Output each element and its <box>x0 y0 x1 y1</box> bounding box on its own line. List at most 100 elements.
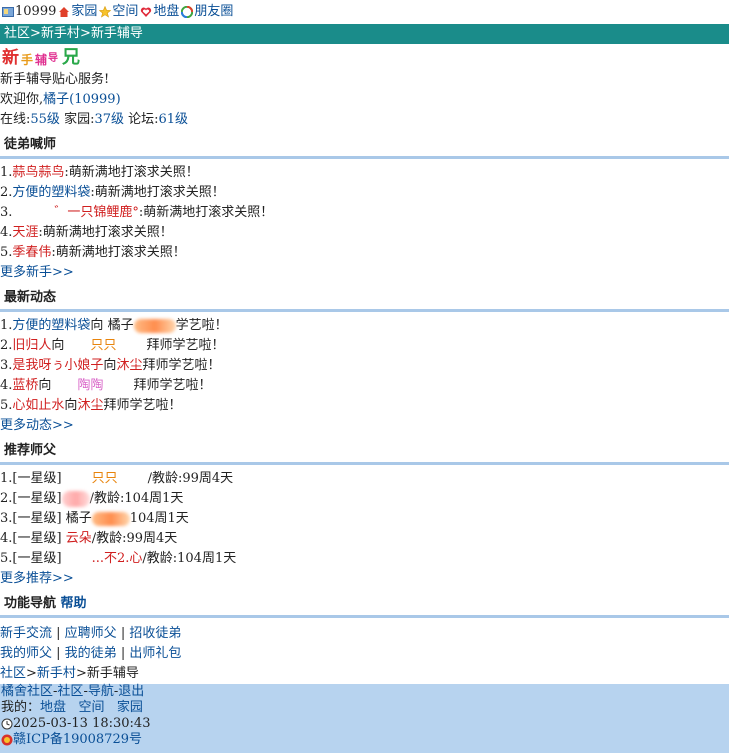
more-updates-link[interactable]: 更多动态>> <box>0 418 74 433</box>
decorative-name-badge <box>61 490 90 507</box>
list-item: 3. ゛一只锦鲤鹿°:萌新满地打滚求关照！ <box>0 205 274 220</box>
bottom-breadcrumb: 社区>新手村>新手辅导 <box>0 666 139 681</box>
list-item: 5.心如止水向沐尘拜师学艺啦！ <box>0 398 182 413</box>
list-item: 3.是我呀ぅ小娘子向沐尘拜师学艺啦！ <box>0 358 221 373</box>
apprentice-name[interactable]: 是我呀ぅ小娘子 <box>12 358 103 373</box>
newbie-guide-logo-image: 新 手 辅 导 兄 <box>2 47 80 68</box>
apprentice-name[interactable]: 方便的塑料袋 <box>12 185 90 200</box>
svg-text:新: 新 <box>2 47 19 68</box>
levels-line: 在线:55级 家园:37级 论坛:61级 <box>0 112 189 127</box>
master-name[interactable]: 云朵 <box>66 531 92 546</box>
friends-link[interactable]: 朋友圈 <box>194 2 233 22</box>
footer-logout-link[interactable]: 退出 <box>118 684 144 699</box>
function-nav-title: 功能导航 帮助 <box>0 593 729 618</box>
footer-territory-link[interactable]: 地盘 <box>40 700 66 715</box>
icp-link[interactable]: 赣ICP备19008729号 <box>13 732 142 747</box>
home-link-item[interactable]: 家园 <box>58 2 97 22</box>
recruit-apprentice-link[interactable]: 招收徒弟 <box>129 626 181 641</box>
home-level: 37级 <box>94 112 124 127</box>
apprentice-name[interactable]: 心如止水 <box>12 398 64 413</box>
list-item: 1.蒜鸟蒜鸟:萌新满地打滚求关照！ <box>0 165 199 180</box>
service-text: 新手辅导贴心服务! <box>0 72 110 87</box>
friends-link-item[interactable]: 朋友圈 <box>181 2 233 22</box>
decorative-avatar-badge <box>91 511 130 526</box>
master-name[interactable]: ...不2.心 <box>92 551 143 566</box>
home-icon <box>59 7 70 17</box>
apprentice-calls-list: 1.蒜鸟蒜鸟:萌新满地打滚求关照！ 2.方便的塑料袋:萌新满地打滚求关照！ 3.… <box>0 159 729 283</box>
footer-community-link[interactable]: 社区 <box>57 684 83 699</box>
list-item: 5.[一星级] ...不2.心/教龄:104周1天 <box>0 551 237 566</box>
recommended-masters-title: 推荐师父 <box>0 440 729 465</box>
footer-home-link[interactable]: 家园 <box>117 700 143 715</box>
apply-master-link[interactable]: 应聘师父 <box>65 626 117 641</box>
footer-my-links: 我的：地盘 空间 家园 <box>1 700 143 715</box>
list-item: 1.方便的塑料袋向 橘子 学艺啦！ <box>0 318 228 333</box>
apprentice-name[interactable]: 天涯 <box>12 225 38 240</box>
heart-icon <box>141 7 152 18</box>
footer-nav-link[interactable]: 导航 <box>88 684 114 699</box>
footer-site-link[interactable]: 橘舍社区 <box>1 684 53 699</box>
master-name[interactable]: 陶陶 <box>77 378 103 393</box>
help-link[interactable]: 帮助 <box>61 596 87 611</box>
territory-link[interactable]: 地盘 <box>153 2 179 22</box>
list-item: 4.[一星级] 云朵/教龄:99周4天 <box>0 531 178 546</box>
apprentice-name[interactable]: 季春伟 <box>12 245 51 260</box>
newbie-guide-logo: 新 手 辅 导 兄 <box>0 44 729 70</box>
space-link[interactable]: 空间 <box>112 2 138 22</box>
username-link[interactable]: 橘子(10999) <box>43 92 121 107</box>
friends-circle-icon <box>181 6 194 18</box>
masters-list: 1.[一星级] 只只/教龄:99周4天 2.[一星级]/教龄:104周1天 3.[… <box>0 465 729 589</box>
breadcrumb-bar: 社区>新手村>新手辅导 <box>0 24 729 44</box>
svg-text:兄: 兄 <box>61 47 80 68</box>
user-card-icon <box>2 7 14 17</box>
master-name[interactable]: 沐尘 <box>77 398 103 413</box>
top-nav-bar: 10999 家园 空间 地盘 朋友圈 <box>0 0 729 24</box>
svg-text:导: 导 <box>48 52 58 64</box>
master-name[interactable]: 橘子 <box>108 318 134 333</box>
list-item: 3.[一星级] 橘子 104周1天 <box>0 511 189 526</box>
decorative-avatar-badge <box>133 318 176 333</box>
apprentice-calls-title: 徒弟喊师 <box>0 134 729 159</box>
svg-text:辅: 辅 <box>35 52 47 67</box>
list-item: 2.[一星级]/教龄:104周1天 <box>0 490 184 507</box>
list-item: 4.天涯:萌新满地打滚求关照！ <box>0 225 173 240</box>
breadcrumb-newbie-village[interactable]: 新手村 <box>41 26 80 41</box>
home-link[interactable]: 家园 <box>71 2 97 22</box>
clock-icon <box>1 718 13 729</box>
svg-text:手: 手 <box>21 52 33 67</box>
apprentice-name[interactable]: ゛一只锦鲤鹿° <box>54 205 139 220</box>
function-nav: 新手交流 | 应聘师父 | 招收徒弟 我的师父 | 我的徒弟 | 出师礼包 社区… <box>0 618 729 684</box>
footer-space-link[interactable]: 空间 <box>78 700 104 715</box>
newbie-exchange-link[interactable]: 新手交流 <box>0 626 52 641</box>
welcome-line: 欢迎你,橘子(10999) <box>0 92 121 107</box>
latest-list: 1.方便的塑料袋向 橘子 学艺啦！ 2.旧归人向 只只 拜师学艺啦！ 3.是我呀ぅ小娘… <box>0 312 729 436</box>
list-item: 1.[一星级] 只只/教龄:99周4天 <box>0 471 234 486</box>
my-master-link[interactable]: 我的师父 <box>0 646 52 661</box>
forum-level: 61级 <box>158 112 189 127</box>
breadcrumb-community[interactable]: 社区 <box>4 26 30 41</box>
territory-link-item[interactable]: 地盘 <box>140 2 179 22</box>
list-item: 2.旧归人向 只只 拜师学艺啦！ <box>0 338 225 353</box>
master-name[interactable]: 橘子 <box>66 511 92 526</box>
footer-datetime-row: 2025-03-13 18:30:43 <box>0 716 729 732</box>
master-name[interactable]: 沐尘 <box>116 358 142 373</box>
master-name[interactable]: 只只 <box>90 338 116 353</box>
list-item: 4.蓝桥向 陶陶 拜师学艺啦！ <box>0 378 212 393</box>
apprentice-name[interactable]: 旧归人 <box>12 338 51 353</box>
list-item: 2.方便的塑料袋:萌新满地打滚求关照！ <box>0 185 225 200</box>
footer-datetime: 2025-03-13 18:30:43 <box>13 716 151 731</box>
master-name[interactable]: 只只 <box>92 471 118 486</box>
police-badge-icon <box>1 734 13 745</box>
footer: 橘舍社区-社区-导航-退出 我的：地盘 空间 家园 2025-03-13 18:… <box>0 684 729 753</box>
footer-icp-row: 赣ICP备19008729号 <box>0 732 729 748</box>
graduation-gift-link[interactable]: 出师礼包 <box>129 646 181 661</box>
apprentice-name[interactable]: 蓝桥 <box>12 378 38 393</box>
apprentice-name[interactable]: 蒜鸟蒜鸟 <box>12 165 64 180</box>
my-apprentice-link[interactable]: 我的徒弟 <box>65 646 117 661</box>
footer-nav: 橘舍社区-社区-导航-退出 <box>1 684 145 699</box>
apprentice-name[interactable]: 方便的塑料袋 <box>12 318 90 333</box>
space-link-item[interactable]: 空间 <box>99 2 138 22</box>
more-newbies-link[interactable]: 更多新手>> <box>0 265 74 280</box>
user-id-item[interactable]: 10999 <box>2 2 56 22</box>
more-recommended-link[interactable]: 更多推荐>> <box>0 571 74 586</box>
